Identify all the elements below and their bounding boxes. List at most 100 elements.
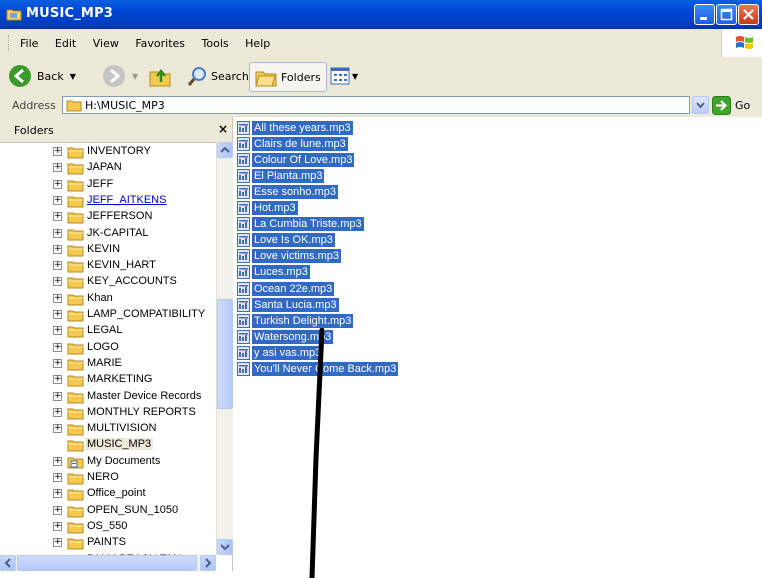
folder-tree-item[interactable]: + LAMP_COMPATIBILITY	[0, 307, 216, 323]
folder-tree-item[interactable]: + KEY_ACCOUNTS	[0, 274, 216, 290]
expand-icon[interactable]: +	[53, 196, 62, 205]
menu-favorites[interactable]: Favorites	[135, 37, 185, 50]
expand-icon[interactable]: +	[53, 163, 62, 172]
views-button[interactable]: ▼	[330, 63, 358, 89]
menu-tools[interactable]: Tools	[202, 37, 229, 50]
folder-tree-item[interactable]: + JEFFERSON	[0, 209, 216, 225]
folder-tree-item[interactable]: + JK-CAPITAL	[0, 226, 216, 242]
folder-tree-item[interactable]: + JAPAN	[0, 160, 216, 176]
folder-label: LEGAL	[87, 324, 123, 336]
chevron-left-icon	[4, 558, 11, 568]
folder-tree-item[interactable]: + My Documents	[0, 454, 216, 470]
folder-tree-item[interactable]: + Office_point	[0, 486, 216, 502]
windows-logo	[721, 29, 762, 57]
folder-tree-item[interactable]: + LOGO	[0, 340, 216, 356]
expand-icon[interactable]: +	[53, 261, 62, 270]
forward-button[interactable]: ▼	[102, 63, 138, 89]
expand-icon[interactable]: +	[53, 457, 62, 466]
address-dropdown-button[interactable]	[692, 96, 709, 114]
folders-button[interactable]: Folders	[249, 62, 327, 92]
expand-icon[interactable]: +	[53, 294, 62, 303]
folder-icon	[67, 375, 84, 387]
folder-icon	[67, 163, 84, 175]
vertical-scrollbar[interactable]	[216, 142, 233, 555]
folder-label: My Documents	[87, 455, 161, 467]
folder-tree-item[interactable]: + JEFF_AITKENS	[0, 193, 216, 209]
scroll-left-button[interactable]	[0, 555, 16, 571]
horizontal-scroll-thumb[interactable]	[17, 555, 197, 571]
folder-tree-item[interactable]: + PAINTS	[0, 535, 216, 551]
menu-help[interactable]: Help	[245, 37, 270, 50]
vertical-scroll-thumb[interactable]	[217, 299, 233, 409]
horizontal-scrollbar[interactable]	[0, 555, 216, 571]
expand-icon[interactable]: +	[53, 245, 62, 254]
expand-icon[interactable]: +	[53, 522, 62, 531]
scroll-down-button[interactable]	[217, 539, 233, 555]
close-button[interactable]	[738, 4, 759, 25]
minimize-button[interactable]	[694, 4, 715, 25]
scroll-right-button[interactable]	[200, 555, 216, 571]
back-dropdown-icon[interactable]: ▼	[70, 72, 76, 81]
expand-icon[interactable]: +	[53, 408, 62, 417]
expand-icon[interactable]: +	[53, 343, 62, 352]
folder-tree-item[interactable]: + KEVIN	[0, 242, 216, 258]
expand-icon[interactable]: +	[53, 326, 62, 335]
expand-icon[interactable]: +	[53, 180, 62, 189]
expand-icon[interactable]: +	[53, 277, 62, 286]
expand-icon[interactable]: +	[53, 212, 62, 221]
go-button[interactable]: Go	[712, 96, 750, 115]
expand-icon[interactable]: +	[53, 392, 62, 401]
mp3-file-icon	[237, 249, 250, 263]
folder-tree-item[interactable]: + NERO	[0, 470, 216, 486]
folder-tree-item[interactable]: + LEGAL	[0, 323, 216, 339]
file-name: Esse sonho.mp3	[252, 185, 338, 199]
toolbar-grip[interactable]	[8, 35, 11, 51]
folder-tree-item[interactable]: + MARKETING	[0, 372, 216, 388]
expand-icon[interactable]: +	[53, 473, 62, 482]
expand-icon[interactable]: +	[53, 424, 62, 433]
folder-tree-item[interactable]: + OS_550	[0, 519, 216, 535]
folder-tree-item[interactable]: + JEFF	[0, 177, 216, 193]
expand-icon[interactable]: +	[53, 359, 62, 368]
folder-icon	[67, 277, 84, 289]
file-name: Love Is OK.mp3	[252, 233, 335, 247]
address-input[interactable]: H:\MUSIC_MP3	[62, 96, 690, 114]
folder-tree-item[interactable]: + Master Device Records	[0, 389, 216, 405]
scroll-up-button[interactable]	[217, 142, 233, 158]
folder-tree-item[interactable]: MUSIC_MP3	[0, 437, 216, 453]
expand-icon[interactable]: +	[53, 489, 62, 498]
expand-icon[interactable]: +	[53, 538, 62, 547]
menu-view[interactable]: View	[93, 37, 119, 50]
file-name: Colour Of Love.mp3	[252, 153, 355, 167]
menu-edit[interactable]: Edit	[55, 37, 76, 50]
menu-file[interactable]: File	[20, 37, 38, 50]
folder-tree-item[interactable]: + MONTHLY REPORTS	[0, 405, 216, 421]
forward-dropdown-icon[interactable]: ▼	[132, 72, 138, 81]
title-bar[interactable]: MUSIC_MP3	[0, 0, 762, 29]
expand-icon[interactable]: +	[53, 310, 62, 319]
address-bar: Address H:\MUSIC_MP3 Go	[0, 95, 762, 118]
folder-tree-item[interactable]: + Khan	[0, 291, 216, 307]
back-button[interactable]: Back ▼	[8, 63, 76, 89]
expand-icon[interactable]: +	[53, 229, 62, 238]
folder-tree-item[interactable]: + OPEN_SUN_1050	[0, 503, 216, 519]
folders-label: Folders	[281, 70, 321, 84]
folder-tree-item[interactable]: + MULTIVISION	[0, 421, 216, 437]
forward-arrow-icon	[103, 65, 125, 87]
folder-tree-item[interactable]: + INVENTORY	[0, 144, 216, 160]
folder-icon	[67, 408, 84, 420]
menu-bar: File Edit View Favorites Tools Help	[0, 29, 762, 58]
folder-label: Office_point	[87, 487, 146, 499]
mp3-file-icon	[237, 201, 250, 215]
search-button[interactable]: Search	[186, 63, 249, 89]
expand-icon[interactable]: +	[53, 147, 62, 156]
folder-icon	[67, 440, 84, 452]
folder-tree-item[interactable]: + MARIE	[0, 356, 216, 372]
expand-icon[interactable]: +	[53, 506, 62, 515]
folder-tree-item[interactable]: + KEVIN_HART	[0, 258, 216, 274]
expand-icon[interactable]: +	[53, 375, 62, 384]
up-folder-button[interactable]	[148, 63, 172, 89]
maximize-button[interactable]	[716, 4, 737, 25]
close-pane-icon[interactable]: ×	[218, 122, 228, 136]
address-label: Address	[12, 99, 56, 112]
